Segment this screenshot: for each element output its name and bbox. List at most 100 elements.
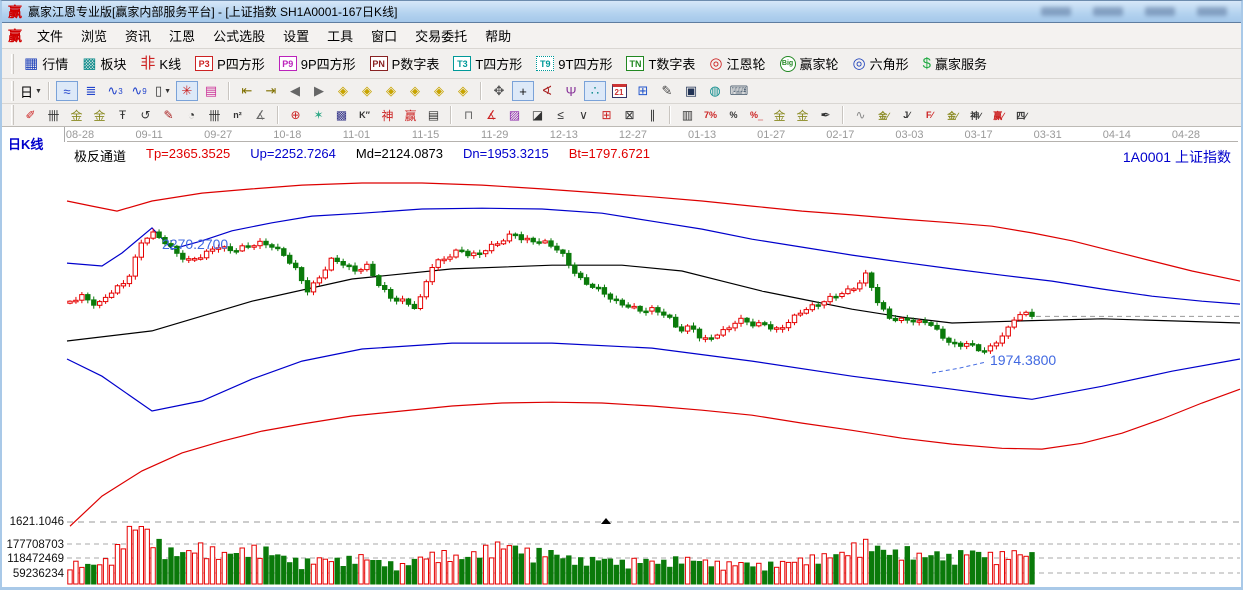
tool-last-page[interactable]: ⇥	[260, 81, 282, 101]
tool-calendar-21[interactable]: 21	[608, 81, 630, 101]
tool-ruler-grid[interactable]: ▤	[423, 106, 444, 124]
tool-gold-circle[interactable]: 金	[769, 106, 790, 124]
tool-zoom-right[interactable]: ◈	[356, 81, 378, 101]
tool-shen-slash[interactable]: 神∕	[965, 106, 986, 124]
tool-wave-9[interactable]: ∿9	[128, 81, 150, 101]
tool-zoom-reset[interactable]: ◈	[452, 81, 474, 101]
menu-item-2[interactable]: 资讯	[116, 23, 160, 48]
toolbar-button-9p-square[interactable]: P99P四方形	[274, 52, 361, 75]
toolbar-button-p-number-table[interactable]: PNP数字表	[365, 52, 445, 75]
menu-item-0[interactable]: 文件	[28, 23, 72, 48]
toolbar-button-quotes[interactable]: ▦行情	[19, 52, 73, 75]
tool-zigzag[interactable]: ∨	[573, 106, 594, 124]
menu-item-5[interactable]: 设置	[274, 23, 318, 48]
tool-zoom-cross[interactable]: ◈	[404, 81, 426, 101]
tool-j-slash[interactable]: J∕	[896, 106, 917, 124]
tool-percent[interactable]: %	[723, 106, 744, 124]
menu-item-4[interactable]: 公式选股	[204, 23, 274, 48]
tool-parallel-lines[interactable]: ∥	[642, 106, 663, 124]
toolbar-button-9t-square[interactable]: T99T四方形	[531, 52, 617, 75]
tool-box-fan-2[interactable]: ◪	[527, 106, 548, 124]
tool-ink-brush[interactable]: ✒	[815, 106, 836, 124]
tool-trend-lines[interactable]: ≤	[550, 106, 571, 124]
tool-crosshair[interactable]: +	[512, 81, 534, 101]
tool-volume-profile[interactable]: ▤	[200, 81, 222, 101]
tool-zoom-horizontal[interactable]: ◈	[380, 81, 402, 101]
menu-item-9[interactable]: 帮助	[476, 23, 520, 48]
tool-first-page[interactable]: ⇤	[236, 81, 258, 101]
tool-gold-line[interactable]: 金	[792, 106, 813, 124]
tool-n-squared[interactable]: n²	[227, 106, 248, 124]
tool-percent-7[interactable]: 7%	[700, 106, 721, 124]
tool-gold-fence-2[interactable]: 金	[89, 106, 110, 124]
title-bar[interactable]: 赢 赢家江恩专业版[赢家内部服务平台] - [上证指数 SH1A0001-167…	[2, 1, 1241, 23]
tool-box-fan[interactable]: ▨	[504, 106, 525, 124]
toolbar-button-p-square[interactable]: P3P四方形	[190, 52, 270, 75]
tool-target-cross[interactable]: ⊕	[285, 106, 306, 124]
tool-f-fence[interactable]: Ŧ	[112, 106, 133, 124]
tool-workstation[interactable]: ⌨	[728, 81, 750, 101]
tool-shen-fence[interactable]: 神	[377, 106, 398, 124]
tool-web-sync[interactable]: ◍	[704, 81, 726, 101]
tool-prev-page[interactable]: ◀	[284, 81, 306, 101]
toolbar-button-winner-wheel[interactable]: Big赢家轮	[775, 52, 844, 75]
tool-clock-fence[interactable]: ◔	[181, 106, 202, 124]
tool-angle-lines[interactable]: ∡	[250, 106, 271, 124]
tool-gold-fence-1[interactable]: 金	[66, 106, 87, 124]
tool-angle-measure[interactable]: ∢	[536, 81, 558, 101]
tool-pattern-mark[interactable]: ✳	[176, 81, 198, 101]
toolbar-button-hexagon[interactable]: ◎六角形	[848, 52, 914, 75]
toolbar-button-winner-service[interactable]: $赢家服务	[918, 52, 992, 75]
toolbar-button-gann-wheel[interactable]: ◎江恩轮	[704, 52, 770, 75]
tool-k-seconds[interactable]: K″	[354, 106, 375, 124]
tool-ying-fence[interactable]: 赢	[400, 106, 421, 124]
menu-item-8[interactable]: 交易委托	[406, 23, 476, 48]
tool-draw-brush[interactable]: ✐	[20, 106, 41, 124]
tool-ray-fan[interactable]: ∡	[481, 106, 502, 124]
tool-gold-slash[interactable]: 金∕	[873, 106, 894, 124]
tool-save-disk[interactable]: ▣	[680, 81, 702, 101]
tool-next-page[interactable]: ▶	[308, 81, 330, 101]
tool-wave-3[interactable]: ∿3	[104, 81, 126, 101]
toolbar-button-t-square[interactable]: T3T四方形	[448, 52, 527, 75]
tool-four-slash[interactable]: 四∕	[1011, 106, 1032, 124]
menu-item-7[interactable]: 窗口	[362, 23, 406, 48]
menu-item-3[interactable]: 江恩	[160, 23, 204, 48]
tool-period-day[interactable]: 日▼	[20, 81, 42, 101]
tool-candle-style[interactable]: ▯▼	[152, 81, 174, 101]
tool-brain-map[interactable]: ∴	[584, 81, 606, 101]
tool-calculator[interactable]: ⊞	[632, 81, 654, 101]
tool-f-slash[interactable]: F∕	[919, 106, 940, 124]
candle-body	[644, 311, 648, 313]
menu-item-1[interactable]: 浏览	[72, 23, 116, 48]
tool-spider-web[interactable]: ✶	[308, 106, 329, 124]
volume-bar	[875, 546, 879, 584]
tool-wave-overlay[interactable]: ∿	[850, 106, 871, 124]
price-chart-svg[interactable]: 2270.27001974.38001621.10461777087031184…	[2, 127, 1241, 587]
tool-spiral-fence[interactable]: ↺	[135, 106, 156, 124]
tool-grid-arrow[interactable]: ⊠	[619, 106, 640, 124]
tool-brush-angle[interactable]: ✎	[158, 106, 179, 124]
toolbar-button-kline[interactable]: 非K线	[135, 52, 186, 75]
tool-zoom-left[interactable]: ◈	[332, 81, 354, 101]
tool-box-tool[interactable]: ⊓	[458, 106, 479, 124]
toolbar-button-t-number-table[interactable]: TNT数字表	[621, 52, 700, 75]
tool-sketch-mode[interactable]: ≈	[56, 81, 78, 101]
tool-pan-hand[interactable]: ✥	[488, 81, 510, 101]
tool-gann-fence[interactable]: 卌	[43, 106, 64, 124]
tool-percent-line[interactable]: %‗	[746, 106, 767, 124]
tool-ying-slash[interactable]: 赢∕	[988, 106, 1009, 124]
pane-divider-handle[interactable]	[601, 518, 611, 524]
candle-body	[329, 258, 333, 270]
toolbar-button-sectors[interactable]: ▩板块	[77, 52, 131, 75]
tool-gann-tool[interactable]: Ψ	[560, 81, 582, 101]
tool-grid-red[interactable]: ⊞	[596, 106, 617, 124]
tool-fence-2[interactable]: 卌	[204, 106, 225, 124]
tool-notepad[interactable]: ✎	[656, 81, 678, 101]
tool-stats-box[interactable]: ▥	[677, 106, 698, 124]
tool-notes-list[interactable]: ≣	[80, 81, 102, 101]
menu-item-6[interactable]: 工具	[318, 23, 362, 48]
tool-gold-slash-2[interactable]: 金∕	[942, 106, 963, 124]
tool-boxed-web[interactable]: ▩	[331, 106, 352, 124]
tool-zoom-all[interactable]: ◈	[428, 81, 450, 101]
